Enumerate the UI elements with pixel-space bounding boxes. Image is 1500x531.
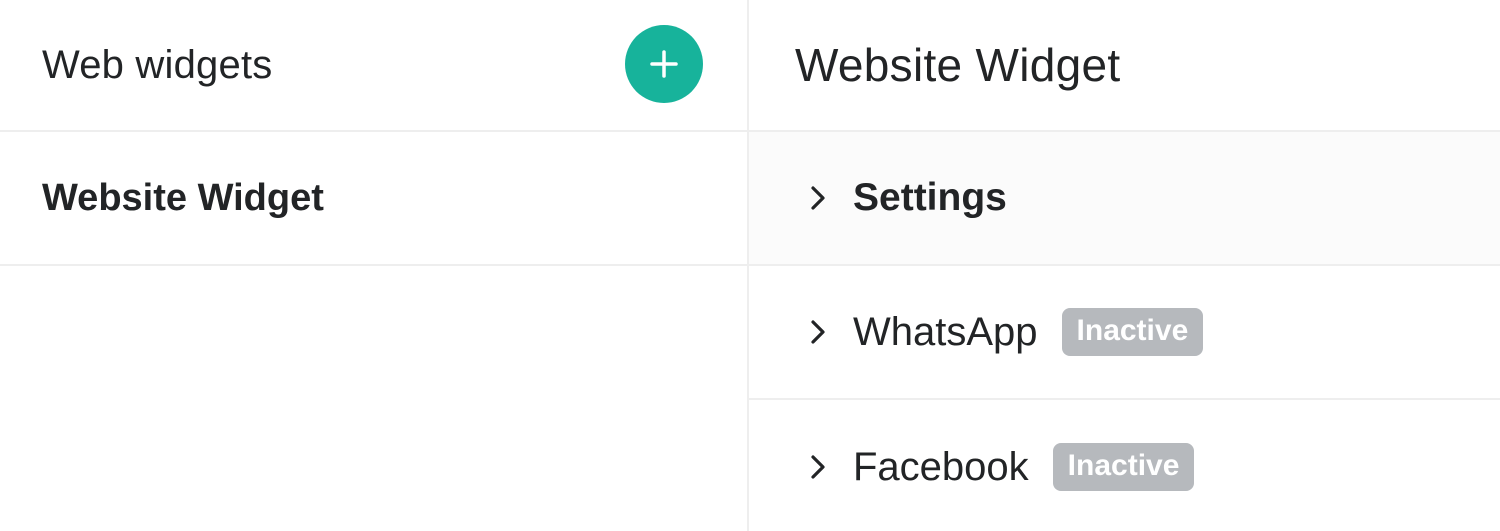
widget-list-item-label: Website Widget <box>42 176 324 219</box>
plus-icon <box>650 50 678 78</box>
section-settings-label: Settings <box>853 176 1007 219</box>
widget-detail-header: Website Widget <box>749 0 1500 132</box>
section-facebook-label: Facebook <box>853 444 1029 489</box>
section-settings[interactable]: Settings <box>749 132 1500 266</box>
widgets-list-panel: Web widgets Website Widget <box>0 0 749 531</box>
widget-detail-panel: Website Widget Settings WhatsApp Inactiv… <box>749 0 1500 531</box>
chevron-right-icon <box>807 450 829 484</box>
chevron-right-icon <box>807 315 829 349</box>
section-facebook[interactable]: Facebook Inactive <box>749 400 1500 531</box>
chevron-right-icon <box>807 181 829 215</box>
status-badge: Inactive <box>1061 308 1204 356</box>
widget-detail-title: Website Widget <box>795 39 1121 91</box>
app-window: Web widgets Website Widget Website Widge… <box>0 0 1500 531</box>
add-widget-button[interactable] <box>625 25 703 103</box>
status-badge: Inactive <box>1052 443 1195 491</box>
widgets-list-title: Web widgets <box>42 42 273 87</box>
widget-list-item-website-widget[interactable]: Website Widget <box>0 132 747 266</box>
section-whatsapp-label: WhatsApp <box>853 309 1038 354</box>
widgets-list-header: Web widgets <box>0 0 747 132</box>
section-whatsapp[interactable]: WhatsApp Inactive <box>749 266 1500 400</box>
